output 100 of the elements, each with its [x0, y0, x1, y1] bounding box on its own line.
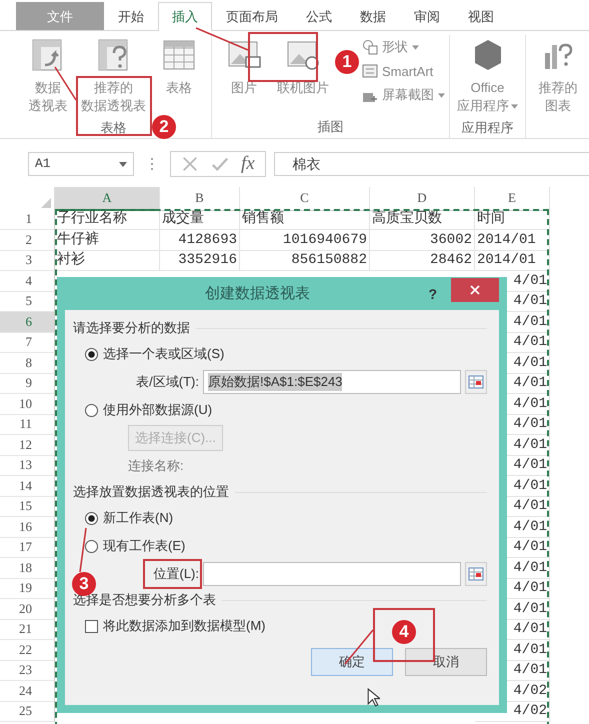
table-cell: 销售额	[240, 209, 370, 230]
range-picker-button[interactable]	[465, 562, 487, 586]
ribbon-tab[interactable]: 数据	[346, 2, 400, 30]
caret-icon	[412, 44, 419, 50]
connection-name-label: 连接名称:	[128, 457, 184, 475]
callout-frame	[143, 559, 202, 589]
dialog-title: 创建数据透视表	[204, 284, 312, 303]
name-box[interactable]: A1	[28, 152, 134, 176]
table-cell: 2014/01	[475, 250, 550, 271]
row-header[interactable]: 11	[0, 414, 55, 435]
ribbon-button[interactable]: 形状	[362, 37, 445, 57]
smartart-icon	[362, 63, 378, 79]
row-header[interactable]: 1	[0, 209, 55, 230]
insert-function-button[interactable]: fx	[241, 153, 255, 175]
ribbon-button[interactable]: 推荐的 图表	[530, 35, 586, 138]
radio-label: 使用外部数据源(U)	[103, 401, 212, 419]
radio-button[interactable]	[85, 348, 98, 360]
row-header[interactable]: 3	[0, 250, 55, 271]
row-header[interactable]: 13	[0, 455, 55, 476]
row-header[interactable]: 18	[0, 558, 55, 578]
table-cell: 28462	[370, 250, 475, 271]
column-header[interactable]: C	[240, 187, 370, 211]
close-icon	[470, 284, 480, 294]
ribbon-button[interactable]: 数据 透视表	[20, 35, 76, 117]
ribbon-tab[interactable]: 视图	[454, 2, 508, 30]
checkbox[interactable]	[85, 620, 98, 632]
close-button[interactable]	[451, 278, 499, 302]
range-picker-button[interactable]	[465, 370, 487, 394]
field-label: 表/区域(T):	[136, 374, 199, 389]
field-label: 位置(L):	[154, 566, 199, 581]
radio-button[interactable]	[85, 404, 98, 416]
help-button[interactable]: ?	[428, 286, 437, 302]
row-header[interactable]: 17	[0, 537, 55, 558]
caret-icon	[511, 104, 518, 108]
ribbon-tab[interactable]: 页面布局	[212, 2, 292, 30]
column-header[interactable]: D	[370, 187, 475, 211]
triangle-icon	[41, 198, 51, 208]
radio-button[interactable]	[85, 540, 98, 552]
shapes-icon	[362, 39, 378, 55]
radio-button[interactable]	[85, 512, 98, 524]
row-header[interactable]: 15	[0, 496, 55, 517]
table-cell: 衬衫	[55, 250, 160, 271]
row-header[interactable]: 4	[0, 270, 55, 292]
table-cell: 36002	[370, 230, 475, 250]
table-cell: 856150882	[240, 250, 370, 271]
row-header[interactable]: 25	[0, 701, 55, 722]
table-cell: 3352916	[160, 250, 240, 271]
group-label: 表格	[100, 120, 126, 135]
row-header[interactable]: 23	[0, 660, 55, 681]
row-header[interactable]: 24	[0, 680, 55, 702]
table-cell: 牛仔裤	[55, 230, 160, 250]
ribbon-button[interactable]: 联机图片	[274, 35, 332, 116]
row-header[interactable]: 22	[0, 640, 55, 660]
callout-frame	[248, 32, 318, 82]
mouse-cursor-icon	[367, 688, 380, 707]
radio-label: 现有工作表(E)	[103, 537, 186, 555]
row-header[interactable]: 7	[0, 332, 55, 353]
row-header[interactable]: 2	[0, 230, 55, 250]
range-icon	[468, 567, 484, 581]
formula-field[interactable]: 棉衣	[274, 152, 589, 176]
checkbox-label: 将此数据添加到数据模型(M)	[103, 617, 266, 635]
check-icon[interactable]	[211, 155, 229, 173]
table-cell: 时间	[475, 209, 550, 230]
row-header[interactable]: 21	[0, 619, 55, 640]
row-header[interactable]: 6	[0, 312, 55, 332]
ribbon-button[interactable]: SmartArt	[362, 61, 445, 81]
drag-handle-icon[interactable]	[150, 157, 154, 171]
caret-icon	[438, 92, 445, 98]
row-header[interactable]: 10	[0, 394, 55, 414]
section-heading: 选择放置数据透视表的位置	[73, 483, 229, 501]
leader-line	[79, 528, 87, 572]
ribbon-button[interactable]: 表格	[151, 35, 207, 117]
leader-line	[196, 27, 248, 51]
section-heading: 请选择要分析的数据	[73, 319, 190, 337]
table-cell: 2014/01	[475, 230, 550, 250]
ribbon-tab[interactable]: 开始	[104, 2, 158, 30]
ribbon-tab[interactable]: 插入	[158, 2, 212, 31]
row-header[interactable]: 19	[0, 578, 55, 599]
group-label: 应用程序	[462, 120, 514, 135]
group-label: 插图	[318, 119, 344, 134]
column-header[interactable]: E	[475, 187, 550, 211]
ribbon-tab[interactable]: 审阅	[400, 2, 454, 30]
ribbon-button[interactable]: Office 应用程序	[454, 35, 521, 117]
ribbon-button[interactable]: 图片	[216, 35, 272, 116]
row-header[interactable]: 9	[0, 373, 55, 394]
row-header[interactable]: 8	[0, 352, 55, 374]
ribbon-tab[interactable]: 公式	[292, 2, 346, 30]
table-cell: 4128693	[160, 230, 240, 250]
row-header[interactable]: 20	[0, 598, 55, 620]
input-field[interactable]	[203, 562, 461, 586]
ribbon-button[interactable]: 屏幕截图	[362, 85, 445, 105]
radio-label: 新工作表(N)	[103, 509, 174, 527]
ribbon-button[interactable]: 推荐的 数据透视表	[78, 35, 149, 117]
row-header[interactable]: 14	[0, 476, 55, 496]
row-header[interactable]: 16	[0, 516, 55, 538]
row-header[interactable]: 12	[0, 434, 55, 456]
range-icon	[468, 375, 484, 389]
column-header[interactable]: A	[55, 187, 160, 211]
input-field[interactable]: 原始数据!$A$1:$E$243	[203, 370, 461, 394]
column-header[interactable]: B	[160, 187, 240, 211]
